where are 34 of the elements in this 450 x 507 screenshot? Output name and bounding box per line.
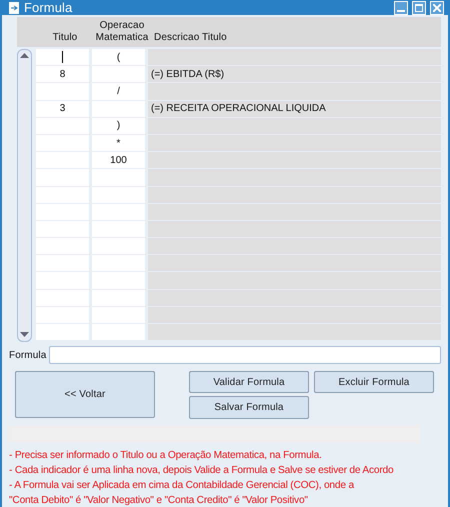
column-header: Descricao Titulo [153, 31, 228, 45]
minimize-button[interactable] [394, 0, 408, 14]
delete-button[interactable]: Excluir Formula [314, 371, 434, 393]
operacao-cell[interactable]: 100 [92, 152, 145, 168]
text-cursor [62, 51, 63, 64]
scroll-up-icon[interactable] [20, 53, 29, 59]
save-button[interactable]: Salvar Formula [189, 396, 309, 419]
formula-field[interactable] [49, 346, 441, 364]
formula-label: Formula [9, 350, 46, 360]
validate-button[interactable]: Validar Formula [189, 371, 309, 393]
scroll-down-icon[interactable] [20, 332, 29, 338]
window-title: Formula [24, 0, 74, 15]
back-button[interactable]: << Voltar [15, 371, 155, 418]
operacao-cell[interactable]: ( [92, 49, 145, 66]
instruction-text: - A Formula vai ser Aplicada em cima da Contabildade Gerencial (COC), onde a [9, 479, 356, 493]
titulo-cell[interactable] [36, 49, 89, 66]
close-icon [433, 4, 441, 12]
descricao-cell: (=) RECEITA OPERACIONAL LIQUIDA [148, 100, 441, 117]
operacao-cell[interactable]: ) [92, 118, 145, 134]
close-button[interactable] [430, 0, 444, 14]
operacao-cell[interactable]: / [92, 83, 145, 100]
descricao-cell: (=) EBITDA (R$) [148, 66, 441, 82]
maximize-button[interactable] [412, 0, 426, 14]
maximize-icon [415, 4, 423, 12]
column-header: Titulo [52, 31, 78, 45]
minimize-icon [397, 10, 405, 12]
column-header: Operacao Matematica [94, 19, 150, 45]
instruction-text: - Precisa ser informado o Titulo ou a Operação Matematica, na Formula. [9, 449, 323, 463]
operacao-cell[interactable]: * [92, 134, 145, 152]
instruction-text: - Cada indicador é uma linha nova, depois Valide a Formula e Salve se estiver de Acordo [9, 464, 394, 478]
titulo-cell[interactable]: 3 [36, 100, 89, 117]
titulo-cell[interactable]: 8 [36, 66, 89, 82]
instruction-text: "Conta Debito" é "Valor Negativo" e "Conta Credito" é "Valor Positivo" [9, 494, 309, 507]
scrollbar[interactable] [17, 49, 32, 342]
